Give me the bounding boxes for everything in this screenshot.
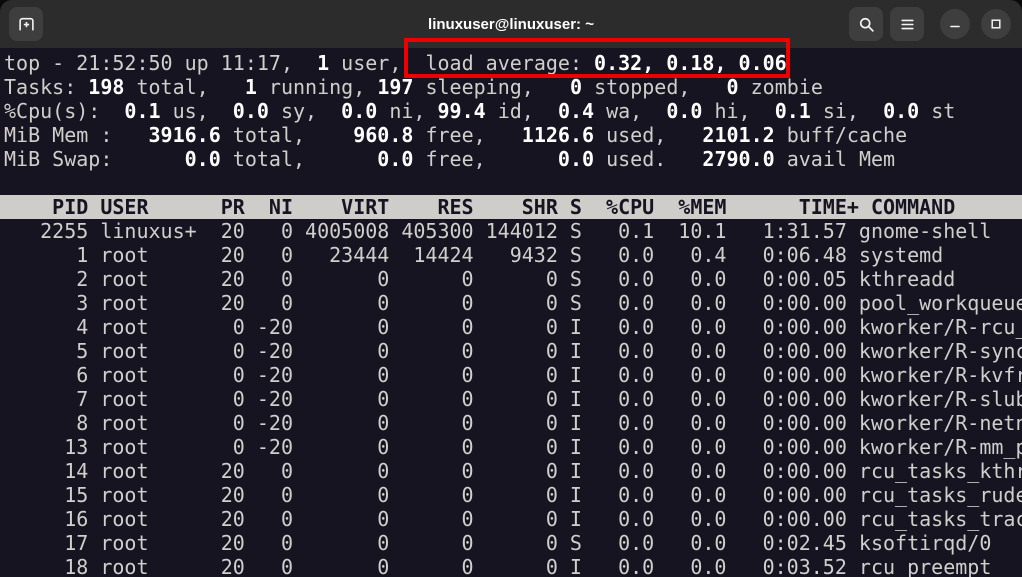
terminal-summary-line: top - 21:52:50 up 11:17, 1 user, load av…	[0, 51, 1022, 75]
terminal-summary-line: Tasks: 198 total, 1 running, 197 sleepin…	[0, 75, 1022, 99]
process-row: 2255 linuxus+ 20 0 4005008 405300 144012…	[0, 219, 1022, 243]
process-row: 8 root 0 -20 0 0 0 I 0.0 0.0 0:00.00 kwo…	[0, 411, 1022, 435]
process-table-header: PID USER PR NI VIRT RES SHR S %CPU %MEM …	[0, 195, 1022, 219]
process-row: 3 root 20 0 0 0 0 S 0.0 0.0 0:00.00 pool…	[0, 291, 1022, 315]
process-row: 4 root 0 -20 0 0 0 I 0.0 0.0 0:00.00 kwo…	[0, 315, 1022, 339]
terminal-summary-line: MiB Mem : 3916.6 total, 960.8 free, 1126…	[0, 123, 1022, 147]
process-row: 14 root 20 0 0 0 0 I 0.0 0.0 0:00.00 rcu…	[0, 459, 1022, 483]
new-tab-icon	[18, 16, 35, 33]
terminal-summary-line: %Cpu(s): 0.1 us, 0.0 sy, 0.0 ni, 99.4 id…	[0, 99, 1022, 123]
menu-button[interactable]	[890, 7, 924, 41]
process-row: 6 root 0 -20 0 0 0 I 0.0 0.0 0:00.00 kwo…	[0, 363, 1022, 387]
process-row: 13 root 0 -20 0 0 0 I 0.0 0.0 0:00.00 kw…	[0, 435, 1022, 459]
maximize-icon	[988, 16, 1004, 32]
terminal-summary-line: MiB Swap: 0.0 total, 0.0 free, 0.0 used.…	[0, 147, 1022, 171]
maximize-button[interactable]	[981, 9, 1011, 39]
terminal-window: linuxuser@linuxuser: ~	[0, 0, 1022, 577]
search-icon	[858, 16, 875, 33]
process-row: 7 root 0 -20 0 0 0 I 0.0 0.0 0:00.00 kwo…	[0, 387, 1022, 411]
new-tab-button[interactable]	[9, 7, 43, 41]
minimize-button[interactable]	[940, 9, 970, 39]
terminal-blank-line	[0, 171, 1022, 195]
titlebar: linuxuser@linuxuser: ~	[0, 0, 1022, 48]
process-row: 17 root 20 0 0 0 0 S 0.0 0.0 0:02.45 kso…	[0, 531, 1022, 555]
process-row: 15 root 20 0 0 0 0 I 0.0 0.0 0:00.00 rcu…	[0, 483, 1022, 507]
process-row: 5 root 0 -20 0 0 0 I 0.0 0.0 0:00.00 kwo…	[0, 339, 1022, 363]
minimize-icon	[947, 16, 963, 32]
process-row: 2 root 20 0 0 0 0 S 0.0 0.0 0:00.05 kthr…	[0, 267, 1022, 291]
hamburger-menu-icon	[899, 16, 916, 33]
process-row: 18 root 20 0 0 0 0 I 0.0 0.0 0:03.52 rcu…	[0, 555, 1022, 577]
process-row: 16 root 20 0 0 0 0 I 0.0 0.0 0:00.00 rcu…	[0, 507, 1022, 531]
process-row: 1 root 20 0 23444 14424 9432 S 0.0 0.4 0…	[0, 243, 1022, 267]
terminal-screen[interactable]: top - 21:52:50 up 11:17, 1 user, load av…	[0, 48, 1022, 577]
search-button[interactable]	[849, 7, 883, 41]
